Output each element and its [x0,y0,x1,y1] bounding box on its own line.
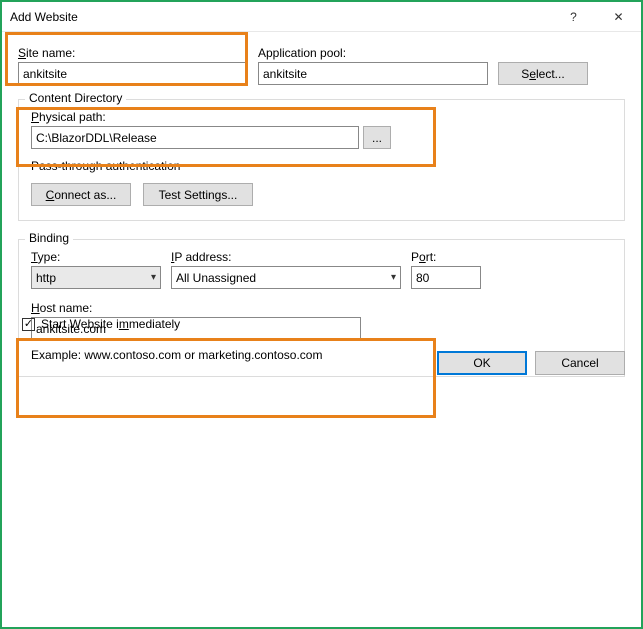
titlebar: Add Website ? ✕ [2,2,641,32]
content-directory-legend: Content Directory [25,91,126,105]
help-button[interactable]: ? [551,2,596,32]
add-website-dialog: Add Website ? ✕ SSite name:ite name: App… [0,0,643,629]
chevron-down-icon: ▾ [391,272,396,283]
type-combo[interactable]: http ▾ [31,266,161,289]
start-immediately-checkbox[interactable]: ✓ Start Website immediatelyStart Website… [22,317,180,331]
app-pool-label: Application pool: [258,46,488,60]
cancel-button[interactable]: Cancel [535,351,625,375]
test-settings-button[interactable]: Test Settings...Test Settings... [143,183,253,206]
app-pool-input [258,62,488,85]
pass-through-label: Pass-through authentication [31,159,612,173]
ip-label: IP address:IP address: [171,250,401,264]
type-value: http [36,271,56,285]
port-label: Port:Port: [411,250,481,264]
browse-path-button[interactable]: ... [363,126,391,149]
close-button[interactable]: ✕ [596,2,641,32]
ip-combo[interactable]: All Unassigned ▾ [171,266,401,289]
host-name-label: Host name:Host name: [31,301,92,315]
chevron-down-icon: ▾ [151,272,156,283]
binding-legend: Binding [25,231,73,245]
type-label: Type:Type: [31,250,161,264]
start-immediately-label: Start Website immediatelyStart Website i… [41,317,180,331]
checkbox-box: ✓ [22,318,35,331]
connect-as-button[interactable]: Connect as...Connect as... [31,183,131,206]
port-input[interactable] [411,266,481,289]
physical-path-input[interactable] [31,126,359,149]
window-title: Add Website [10,10,551,24]
content-directory-group: Content Directory Physical path:Physical… [18,99,625,221]
dialog-content: SSite name:ite name: Application pool: S… [2,32,641,389]
site-name-input[interactable] [18,62,248,85]
physical-path-label: Physical path:Physical path: [31,110,106,124]
site-name-label: SSite name:ite name: [18,46,248,60]
select-app-pool-button[interactable]: Select...Select... [498,62,588,85]
ok-button[interactable]: OK [437,351,527,375]
ip-value: All Unassigned [176,271,256,285]
